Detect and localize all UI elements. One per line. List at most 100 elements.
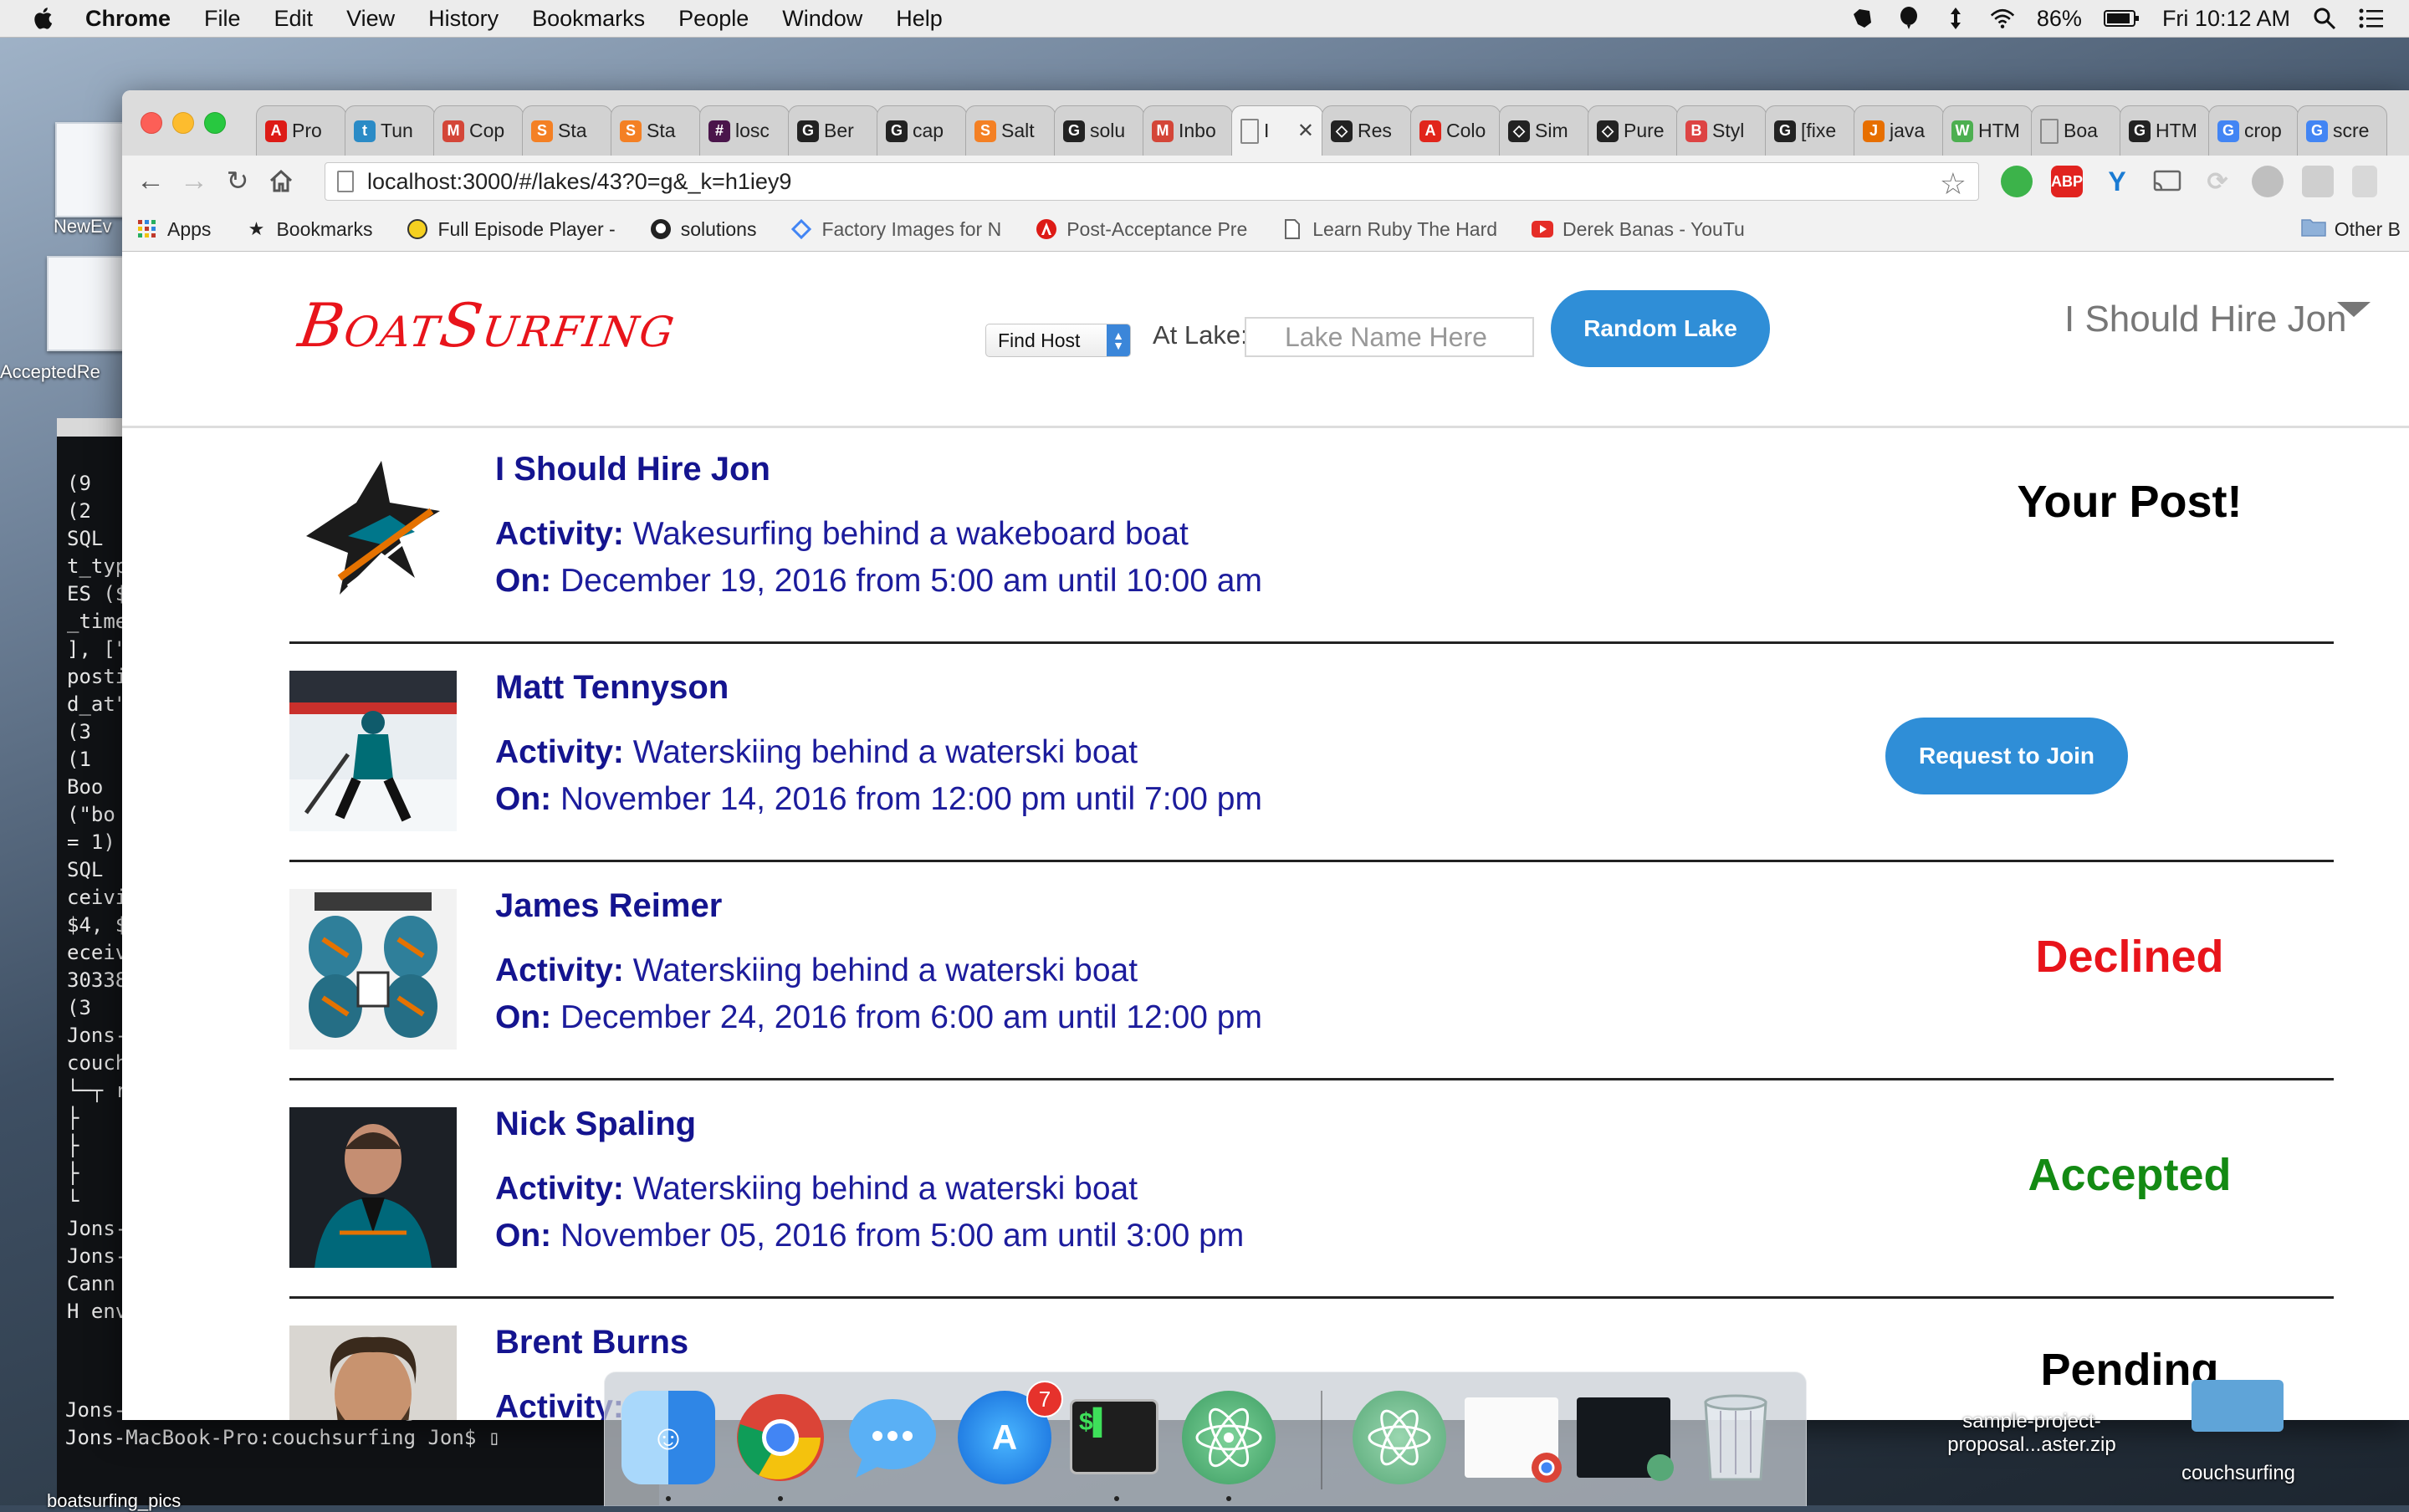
trash-icon[interactable] (1689, 1391, 1782, 1484)
browser-tab[interactable]: Gcap (877, 105, 967, 156)
browser-tab[interactable]: t Tun (345, 105, 435, 156)
random-lake-button[interactable]: Random Lake (1551, 290, 1770, 367)
vuejs-devtools-icon[interactable]: Y (2101, 166, 2133, 197)
bookmark-derek-banas[interactable]: Derek Banas - YouTu (1531, 217, 1745, 241)
browser-tab[interactable]: W HTM (1942, 105, 2033, 156)
menu-help[interactable]: Help (896, 6, 943, 32)
post-host-name[interactable]: Matt Tennyson (495, 669, 729, 707)
menu-bookmarks[interactable]: Bookmarks (532, 6, 645, 32)
evernote-icon[interactable] (1849, 6, 1875, 31)
request-to-join-button[interactable]: Request to Join (1885, 718, 2128, 794)
chrome-menu-icon[interactable] (2352, 166, 2377, 197)
bookmark-full-episode-player[interactable]: Full Episode Player - (406, 217, 616, 241)
post-host-name[interactable]: James Reimer (495, 887, 722, 925)
post-host-name[interactable]: Nick Spaling (495, 1106, 696, 1143)
balloon-icon[interactable] (1896, 6, 1921, 31)
apple-icon[interactable] (32, 6, 57, 31)
address-bar[interactable]: localhost:3000/#/lakes/43?0=g&_k=h1iey9 … (325, 162, 1979, 201)
browser-tab[interactable]: A Colo (1410, 105, 1501, 156)
menu-clock[interactable]: Fri 10:12 AM (2162, 6, 2290, 32)
finder-icon[interactable]: ☺ (621, 1391, 715, 1484)
browser-tab[interactable]: S Sta (522, 105, 612, 156)
bookmark-solutions[interactable]: solutions (649, 217, 756, 241)
browser-tab[interactable]: I ✕ (1231, 105, 1323, 156)
browser-tab[interactable]: G HTM (2120, 105, 2210, 156)
battery-icon[interactable] (2103, 6, 2140, 31)
user-menu-name[interactable]: I Should Hire Jon (2064, 299, 2347, 340)
screenshot-thumbnail-icon[interactable] (1465, 1397, 1562, 1483)
find-host-select[interactable]: Find Host ▲ ▼ (985, 324, 1131, 357)
atom-download-icon[interactable] (1353, 1391, 1446, 1484)
bookmark-bookmarks[interactable]: ★ Bookmarks (244, 217, 373, 241)
atom-icon[interactable] (1182, 1391, 1276, 1484)
tab-label: I (1264, 120, 1270, 141)
google-icon: G (2217, 120, 2239, 142)
menu-window[interactable]: Window (782, 6, 862, 32)
close-window-button[interactable] (141, 112, 162, 134)
site-logo[interactable]: BoatSurfing (294, 290, 681, 360)
up-down-arrows-icon[interactable] (1943, 6, 1968, 31)
bookmark-apps[interactable]: Apps (136, 217, 211, 241)
terminal-icon[interactable]: $▌ (1070, 1399, 1158, 1474)
close-tab-icon[interactable]: ✕ (1297, 119, 1314, 143)
folder-icon[interactable] (2192, 1380, 2284, 1432)
other-bookmarks-folder[interactable]: Other B (2300, 207, 2401, 251)
post-host-name[interactable]: I Should Hire Jon (495, 451, 770, 488)
spotlight-search-icon[interactable] (2312, 6, 2337, 31)
wifi-icon[interactable] (1990, 6, 2015, 31)
tab-label: crop (2244, 120, 2282, 141)
browser-tab[interactable]: # losc (699, 105, 790, 156)
browser-tab[interactable]: S Sta (611, 105, 701, 156)
bookmark-post-acceptance[interactable]: Post-Acceptance Pre (1035, 217, 1247, 241)
browser-tab[interactable]: ◇ Res (1322, 105, 1412, 156)
forward-arrow-icon[interactable]: → (177, 164, 211, 197)
notification-center-icon[interactable] (2359, 6, 2384, 31)
sync-extension-icon[interactable]: ⟳ (2202, 166, 2233, 197)
browser-tab[interactable]: G Ber (788, 105, 878, 156)
terminal-thumbnail-icon[interactable] (1577, 1397, 1674, 1481)
browser-tab[interactable]: Gsolu (1054, 105, 1144, 156)
menu-edit[interactable]: Edit (274, 6, 314, 32)
menu-history[interactable]: History (428, 6, 499, 32)
back-arrow-icon[interactable]: ← (134, 164, 167, 197)
reload-icon[interactable]: ↻ (221, 164, 254, 197)
minimize-window-button[interactable] (172, 112, 194, 134)
browser-tab[interactable]: Jjava (1854, 105, 1944, 156)
bookmark-label: Derek Banas - YouTu (1563, 217, 1745, 240)
chrome-icon[interactable] (734, 1391, 827, 1484)
browser-tab[interactable]: B Styl (1676, 105, 1767, 156)
bookmark-star-icon[interactable]: ☆ (1940, 166, 1967, 202)
tab-label: Sim (1535, 120, 1568, 141)
browser-tab[interactable]: Gcrop (2208, 105, 2299, 156)
menu-people[interactable]: People (678, 6, 749, 32)
menu-file[interactable]: File (204, 6, 241, 32)
zoom-window-button[interactable] (204, 112, 226, 134)
post-host-name[interactable]: Brent Burns (495, 1324, 688, 1361)
browser-tab[interactable]: ◇ Pure (1588, 105, 1678, 156)
home-icon[interactable] (264, 164, 298, 197)
browser-tab[interactable]: M Inbo (1143, 105, 1233, 156)
lake-name-input[interactable]: Lake Name Here (1245, 317, 1534, 357)
browser-tab[interactable]: M Cop (433, 105, 524, 156)
adblock-plus-icon[interactable]: ABP (2051, 166, 2083, 197)
bookmark-learn-ruby[interactable]: Learn Ruby The Hard (1281, 217, 1497, 241)
messages-icon[interactable] (846, 1391, 939, 1484)
browser-tab[interactable]: Gscre (2297, 105, 2387, 156)
monitor-extension-icon[interactable] (2302, 166, 2334, 197)
cast-icon[interactable] (2151, 166, 2183, 197)
browser-tab[interactable]: A Pro (256, 105, 346, 156)
browser-tab[interactable]: Boa (2031, 105, 2121, 156)
page-info-icon[interactable] (337, 171, 354, 192)
bookmark-factory-images[interactable]: Factory Images for N (790, 217, 1001, 241)
user-menu-caret-icon[interactable] (2337, 302, 2371, 317)
w3-icon: W (1951, 120, 1973, 142)
desktop-file-icon[interactable] (47, 256, 130, 351)
blocked-extension-icon[interactable] (2252, 166, 2284, 197)
evernote-extension-icon[interactable] (2001, 166, 2033, 197)
browser-tab[interactable]: S Salt (965, 105, 1056, 156)
menu-app-name[interactable]: Chrome (85, 6, 171, 32)
browser-tab[interactable]: ◇ Sim (1499, 105, 1589, 156)
github-icon: G (1774, 120, 1796, 142)
menu-view[interactable]: View (346, 6, 395, 32)
browser-tab[interactable]: G [fixe (1765, 105, 1855, 156)
